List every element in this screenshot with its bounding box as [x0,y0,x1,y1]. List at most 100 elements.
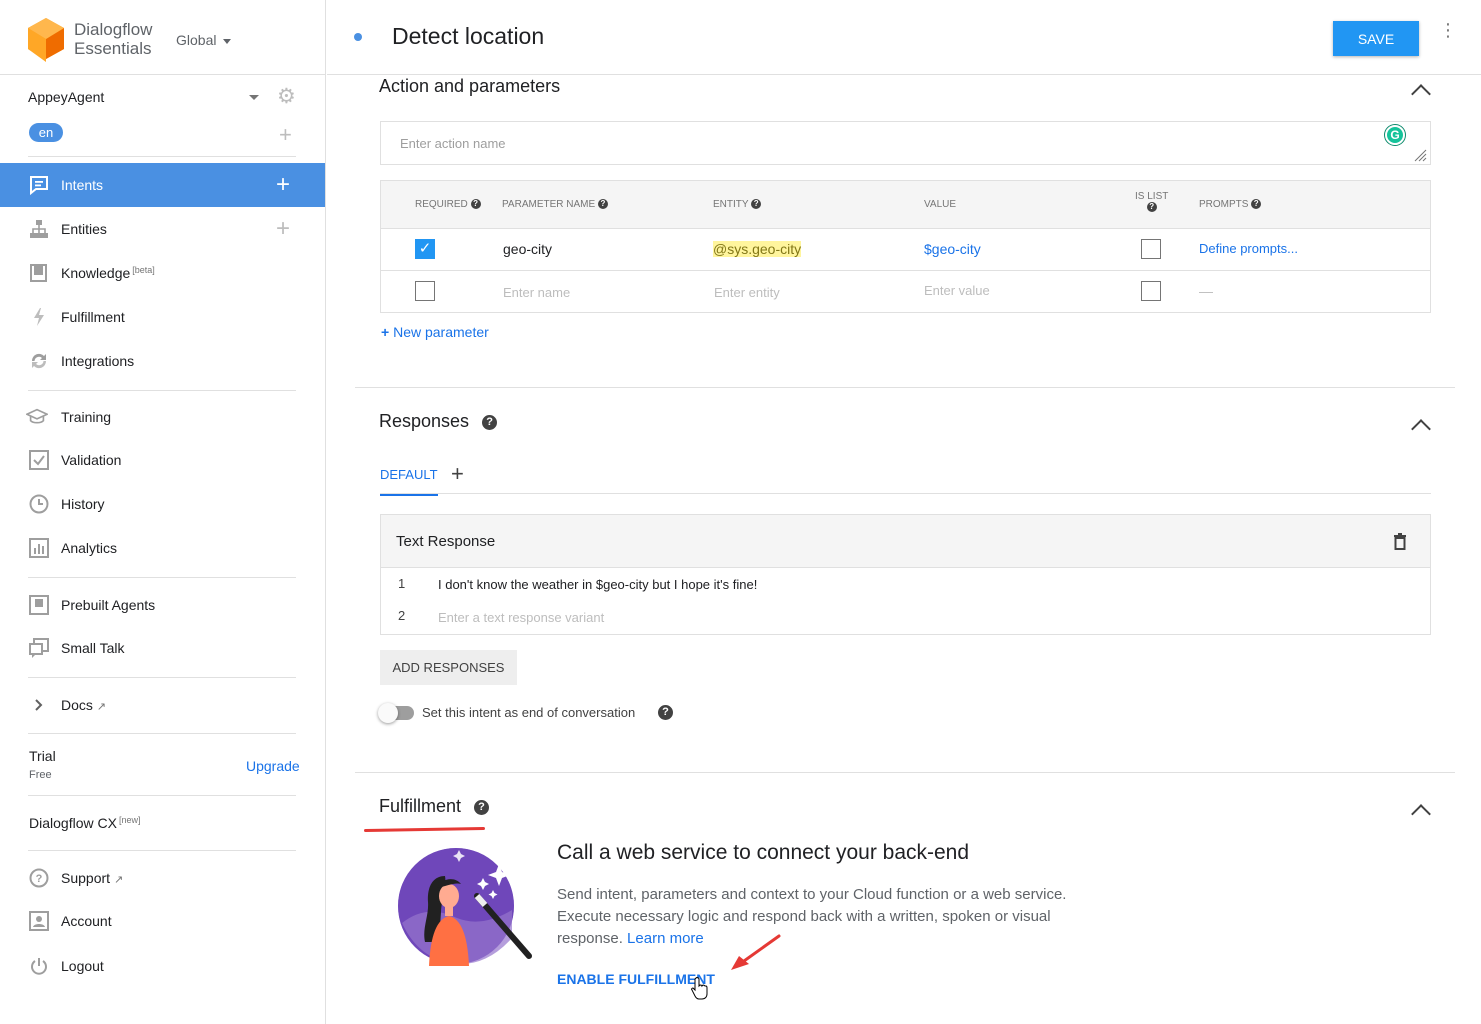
collapse-chevron-icon[interactable] [1411,84,1431,104]
sidebar: Dialogflow Essentials Global AppeyAgent … [0,0,326,1024]
help-icon[interactable]: ? [751,199,762,210]
add-intent-icon[interactable]: + [276,173,290,197]
text-response-title: Text Response [396,533,496,550]
value-cell[interactable]: $geo-city [924,241,981,257]
fulfillment-description: Send intent, parameters and context to y… [557,884,1097,950]
sidebar-item-fulfillment[interactable]: Fulfillment [0,295,325,339]
upgrade-link[interactable]: Upgrade [246,758,300,774]
required-checkbox[interactable] [415,281,435,301]
table-row: ✓ geo-city @sys.geo-city $geo-city Defin… [381,229,1430,271]
help-icon[interactable]: ? [482,414,498,430]
collapse-chevron-icon[interactable] [1411,419,1431,439]
col-label: PROMPTS [1199,199,1249,210]
grammarly-icon[interactable]: G [1385,125,1405,145]
parameter-name-input[interactable]: Enter name [503,285,570,300]
response-text-input[interactable]: I don't know the weather in $geo-city bu… [438,577,757,592]
responses-title: Responses [379,411,470,431]
knowledge-label: Knowledge [61,265,131,281]
agent-name[interactable]: AppeyAgent [28,89,104,105]
dialogflow-logo-icon [28,18,64,62]
sidebar-item-label: Fulfillment [61,309,125,325]
more-vert-icon[interactable]: ⋮ [1439,21,1457,39]
language-chip[interactable]: en [29,123,63,142]
entity-input[interactable]: Enter entity [714,285,780,300]
is-list-checkbox[interactable] [1141,239,1161,259]
account-box-icon [29,911,49,931]
sync-icon [31,353,47,369]
sidebar-item-label: Intents [61,177,104,193]
learn-more-link[interactable]: Learn more [627,930,704,947]
add-entity-icon[interactable]: + [276,217,290,241]
response-line-number: 2 [398,608,406,623]
help-icon[interactable]: ? [597,199,608,210]
sidebar-item-logout[interactable]: Logout [0,944,325,988]
divider [28,156,296,157]
tab-default[interactable]: DEFAULT [380,467,438,496]
help-icon[interactable]: ? [470,199,481,210]
trash-icon[interactable] [1393,533,1407,550]
svg-text:?: ? [36,873,43,885]
define-prompts-link[interactable]: Define prompts... [1199,241,1298,256]
help-icon[interactable]: ? [1146,202,1157,213]
bolt-icon [34,308,44,326]
value-input[interactable]: Enter value [924,283,990,298]
sidebar-item-label: Integrations [61,353,135,369]
add-tab-icon[interactable]: + [451,461,464,487]
end-conversation-toggle[interactable] [378,703,414,723]
sidebar-item-support[interactable]: ? Support ↗ [0,856,325,900]
help-icon[interactable]: ? [1251,199,1262,210]
sidebar-item-entities[interactable]: Entities + [0,207,325,251]
is-list-checkbox[interactable] [1141,281,1161,301]
caret-down-icon [223,38,232,44]
save-button[interactable]: SAVE [1333,21,1419,56]
entity-cell[interactable]: @sys.geo-city [713,241,802,257]
external-link-icon: ↗ [96,701,107,713]
gear-icon[interactable]: ⚙ [277,86,296,107]
chevron-right-icon [35,699,43,711]
main-content: Detect location SAVE ⋮ Action and parame… [327,0,1481,1024]
divider [28,733,296,734]
add-language-icon[interactable]: + [279,124,292,146]
product-line1: Dialogflow [74,20,153,39]
agent-dropdown-caret-icon[interactable] [249,95,259,100]
col-label: ENTITY [713,199,749,210]
action-name-input[interactable]: Enter action name [380,121,1431,165]
table-row: Enter name Enter entity Enter value — [381,271,1430,313]
table-header: REQUIRED ? PARAMETER NAME ? ENTITY ? VAL… [381,181,1430,229]
response-variant-input[interactable]: Enter a text response variant [438,610,604,625]
col-prompts: PROMPTS ? [1199,199,1262,210]
check-square-icon [29,450,49,470]
sidebar-item-account[interactable]: Account [0,899,325,943]
parameter-name-cell[interactable]: geo-city [503,241,552,257]
intent-title[interactable]: Detect location [392,23,544,50]
required-checkbox[interactable]: ✓ [415,239,435,259]
dialogflow-cx-link[interactable]: Dialogflow CX [new] [29,815,140,831]
new-parameter-link[interactable]: + New parameter [381,324,489,340]
sidebar-item-knowledge[interactable]: Knowledge [beta] [0,251,325,295]
annotation-underline [363,826,486,833]
region-selector[interactable]: Global [176,32,232,48]
sidebar-item-validation[interactable]: Validation [0,438,325,482]
sidebar-item-integrations[interactable]: Integrations [0,339,325,383]
sidebar-item-small-talk[interactable]: Small Talk [0,626,325,670]
parameters-table: REQUIRED ? PARAMETER NAME ? ENTITY ? VAL… [380,180,1431,313]
help-icon[interactable]: ? [474,799,490,815]
sidebar-item-training[interactable]: Training [0,395,325,439]
sidebar-item-intents[interactable]: Intents + [0,163,325,207]
region-label: Global [176,32,217,48]
divider [28,577,296,578]
add-responses-button[interactable]: ADD RESPONSES [380,650,517,685]
sidebar-item-label: Entities [61,221,107,237]
cx-label: Dialogflow CX [29,815,117,831]
collapse-chevron-icon[interactable] [1411,804,1431,824]
sidebar-item-history[interactable]: History [0,482,325,526]
fulfillment-illustration [398,848,532,966]
sidebar-item-docs[interactable]: Docs ↗ [0,683,325,727]
sidebar-item-label: Account [61,913,112,929]
help-icon[interactable]: ? [658,705,673,720]
agent-icon [29,595,49,615]
resize-handle-icon[interactable] [1413,148,1427,162]
sidebar-item-prebuilt-agents[interactable]: Prebuilt Agents [0,583,325,627]
power-icon [31,958,47,975]
sidebar-item-analytics[interactable]: Analytics [0,526,325,570]
